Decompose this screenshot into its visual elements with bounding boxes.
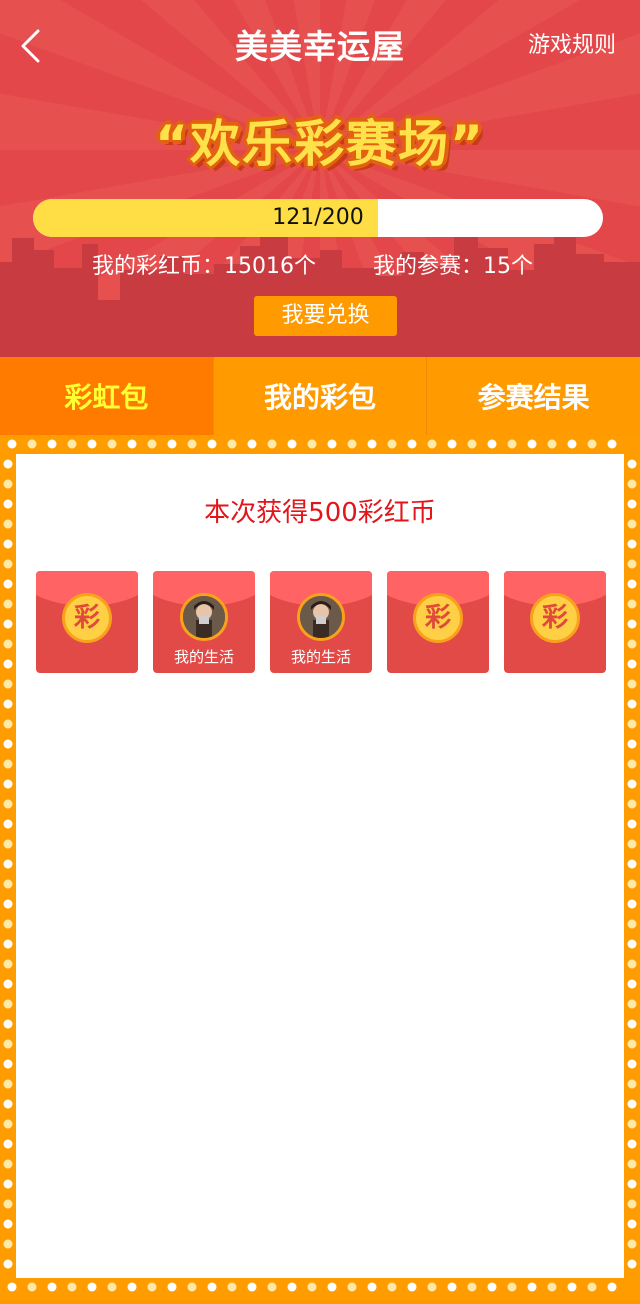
avatar [297, 593, 345, 641]
banner-title: “欢乐彩赛场” [155, 115, 485, 173]
packet-sender-name: 我的生活 [173, 648, 234, 666]
progress-bar: 121/200 [33, 199, 603, 237]
tab-my-packets[interactable]: 我的彩包 [214, 357, 428, 435]
red-packet-card[interactable]: 我的生活 [270, 571, 372, 673]
coin-balance: 我的彩红币：15016个 [92, 254, 316, 279]
cai-coin-icon: 彩 [530, 593, 580, 643]
cai-coin-icon: 彩 [413, 593, 463, 643]
game-rules-link[interactable]: 游戏规则 [528, 30, 616, 62]
tab-rainbow-packet[interactable]: 彩虹包 [0, 357, 214, 435]
red-packet-card[interactable]: 彩 [504, 571, 606, 673]
hero-banner: 美美幸运屋 游戏规则 “欢乐彩赛场” 121/200 我的彩红币：15016个 … [0, 0, 640, 357]
exchange-button[interactable]: 我要兑换 [254, 296, 397, 336]
avatar [180, 593, 228, 641]
entry-count: 我的参赛：15个 [373, 254, 533, 279]
packet-sender-name: 我的生活 [290, 648, 351, 666]
progress-text: 121/200 [272, 205, 364, 230]
red-packet-card[interactable]: 我的生活 [153, 571, 255, 673]
red-packet-card[interactable]: 彩 [387, 571, 489, 673]
tab-results[interactable]: 参赛结果 [427, 357, 640, 435]
result-message: 本次获得500彩红币 [204, 498, 436, 528]
tab-bar: 彩虹包 我的彩包 参赛结果 [0, 357, 640, 435]
cai-coin-icon: 彩 [62, 593, 112, 643]
red-packet-card[interactable]: 彩 [36, 571, 138, 673]
